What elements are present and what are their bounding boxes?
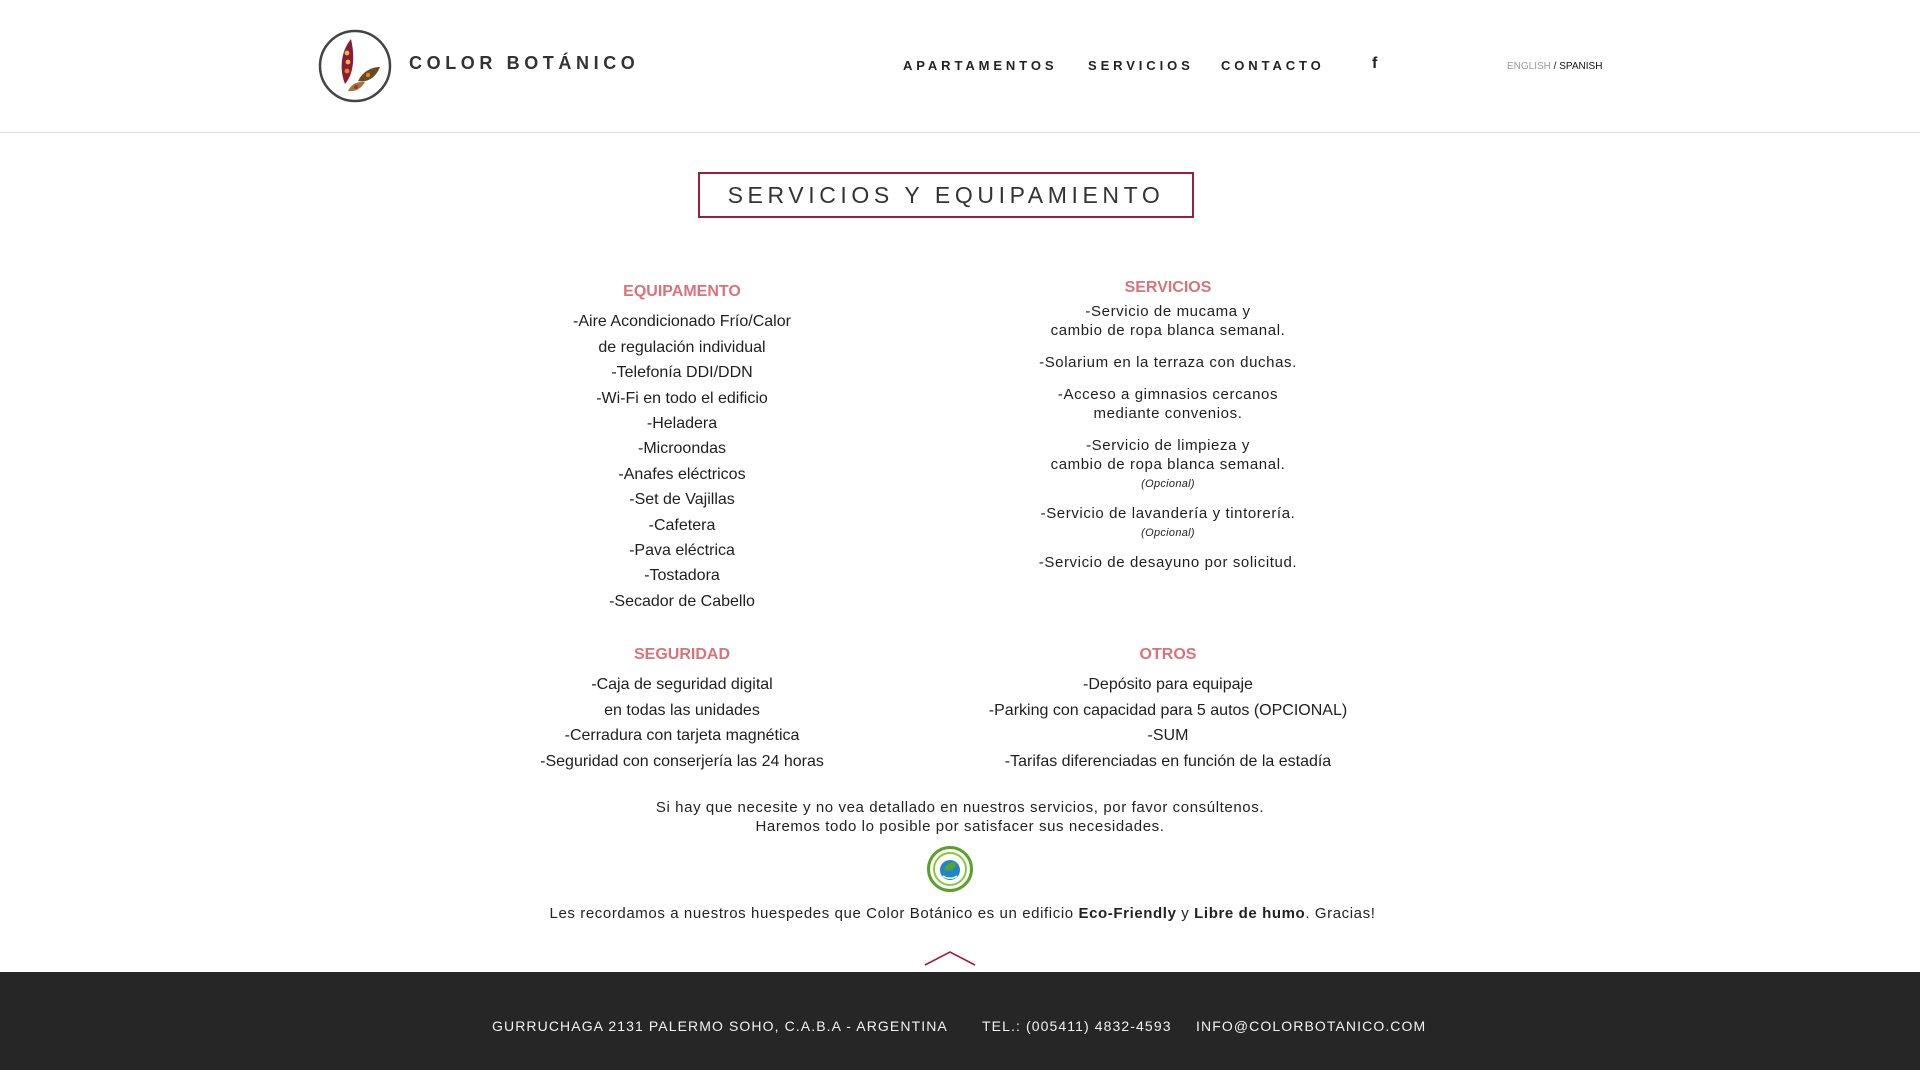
service-line: -Servicio de desayuno por solicitud. xyxy=(1038,554,1298,571)
list-item: -Depósito para equipaje xyxy=(1083,676,1253,694)
servicios-heading: SERVICIOS xyxy=(1124,279,1212,296)
reminder-text: . Gracias! xyxy=(1305,905,1376,922)
service-line: cambio de ropa blanca semanal. xyxy=(1050,322,1286,339)
eco-friendly-badge-icon xyxy=(927,846,973,892)
list-item: -Pava eléctrica xyxy=(629,542,735,560)
otros-section: OTROS -Depósito para equipaje -Parking c… xyxy=(934,642,1402,774)
footer-address: GURRUCHAGA 2131 PALERMO SOHO, C.A.B.A - … xyxy=(492,1018,948,1034)
otros-heading: OTROS xyxy=(1139,646,1197,663)
equipamiento-heading: EQUIPAMENTO xyxy=(623,283,741,300)
lang-spanish-link[interactable]: SPANISH xyxy=(1559,61,1602,72)
reminder-text: Les recordamos a nuestros huespedes que … xyxy=(549,905,1079,922)
list-item: -Parking con capacidad para 5 autos (OPC… xyxy=(988,701,1348,719)
list-item: -Tostadora xyxy=(644,567,720,585)
list-item: -Cafetera xyxy=(648,516,716,534)
list-item: -Aire Acondicionado Frío/Calor xyxy=(573,313,791,331)
list-item: en todas las unidades xyxy=(604,701,760,719)
service-item: -Acceso a gimnasios cercanos mediante co… xyxy=(934,385,1402,423)
service-line: cambio de ropa blanca semanal. xyxy=(1050,456,1286,473)
list-item: -Wi-Fi en todo el edificio xyxy=(596,389,768,407)
facebook-icon[interactable]: f xyxy=(1372,55,1377,73)
service-item: -Servicio de desayuno por solicitud. xyxy=(934,553,1402,572)
lang-separator: / xyxy=(1550,61,1560,72)
lang-english-link[interactable]: ENGLISH xyxy=(1507,61,1551,72)
list-item: -Tarifas diferenciadas en función de la … xyxy=(1004,752,1332,770)
seguridad-heading: SEGURIDAD xyxy=(633,646,730,663)
site-header: COLOR BOTÁNICO APARTAMENTOS SERVICIOS CO… xyxy=(0,0,1920,133)
page-title: SERVICIOS Y EQUIPAMIENTO xyxy=(698,172,1194,218)
list-item: -Caja de seguridad digital xyxy=(591,676,773,694)
inquiry-note: Si hay que necesite y no vea detallado e… xyxy=(560,798,1360,836)
nav-contacto[interactable]: CONTACTO xyxy=(1221,58,1325,73)
eco-friendly-label: Eco-Friendly xyxy=(1078,905,1177,922)
service-item: -Servicio de limpieza y cambio de ropa b… xyxy=(934,436,1402,491)
service-line: -Servicio de mucama y xyxy=(1085,303,1251,320)
optional-note: (Opcional) xyxy=(1141,527,1195,539)
service-line: -Servicio de limpieza y xyxy=(1086,437,1250,454)
eco-reminder: Les recordamos a nuestros huespedes que … xyxy=(400,905,1525,922)
smoke-free-label: Libre de humo xyxy=(1194,905,1306,922)
list-item: -Anafes eléctricos xyxy=(618,465,746,483)
list-item: -Set de Vajillas xyxy=(629,491,735,509)
reminder-text: y xyxy=(1176,905,1195,922)
service-line: mediante convenios. xyxy=(1093,405,1243,422)
service-item: -Servicio de mucama y cambio de ropa bla… xyxy=(934,302,1402,340)
inquiry-note-line: Haremos todo lo posible por satisfacer s… xyxy=(755,818,1165,835)
logo-icon[interactable] xyxy=(318,29,392,103)
list-item: -Seguridad con conserjería las 24 horas xyxy=(540,752,824,770)
seguridad-section: SEGURIDAD -Caja de seguridad digital en … xyxy=(470,642,894,774)
service-item: -Solarium en la terraza con duchas. xyxy=(934,353,1402,372)
list-item: de regulación individual xyxy=(598,338,766,356)
list-item: -Heladera xyxy=(646,415,718,433)
nav-apartamentos[interactable]: APARTAMENTOS xyxy=(903,58,1057,73)
equipamiento-section: EQUIPAMENTO -Aire Acondicionado Frío/Cal… xyxy=(470,279,894,614)
list-item: -SUM xyxy=(1147,727,1189,745)
list-item: -Telefonía DDI/DDN xyxy=(611,364,753,382)
service-line: -Solarium en la terraza con duchas. xyxy=(1039,354,1297,371)
list-item: -Cerradura con tarjeta magnética xyxy=(564,727,800,745)
site-footer: GURRUCHAGA 2131 PALERMO SOHO, C.A.B.A - … xyxy=(0,972,1920,1070)
nav-servicios[interactable]: SERVICIOS xyxy=(1088,58,1194,73)
footer-email-link[interactable]: INFO@COLORBOTANICO.COM xyxy=(1196,1018,1426,1034)
list-item: -Microondas xyxy=(637,440,727,458)
inquiry-note-line: Si hay que necesite y no vea detallado e… xyxy=(655,799,1265,816)
service-line: -Servicio de lavandería y tintorería. xyxy=(1040,505,1296,522)
service-item: -Servicio de lavandería y tintorería. (O… xyxy=(934,504,1402,540)
list-item: -Secador de Cabello xyxy=(609,592,755,610)
service-line: -Acceso a gimnasios cercanos xyxy=(1057,386,1279,403)
optional-note: (Opcional) xyxy=(1141,478,1195,490)
language-switcher: ENGLISH / SPANISH xyxy=(1507,61,1602,72)
servicios-section: SERVICIOS -Servicio de mucama y cambio d… xyxy=(934,279,1402,585)
footer-phone[interactable]: TEL.: (005411) 4832-4593 xyxy=(982,1018,1172,1034)
scroll-to-top-icon[interactable] xyxy=(924,950,976,966)
brand-name[interactable]: COLOR BOTÁNICO xyxy=(409,53,639,74)
